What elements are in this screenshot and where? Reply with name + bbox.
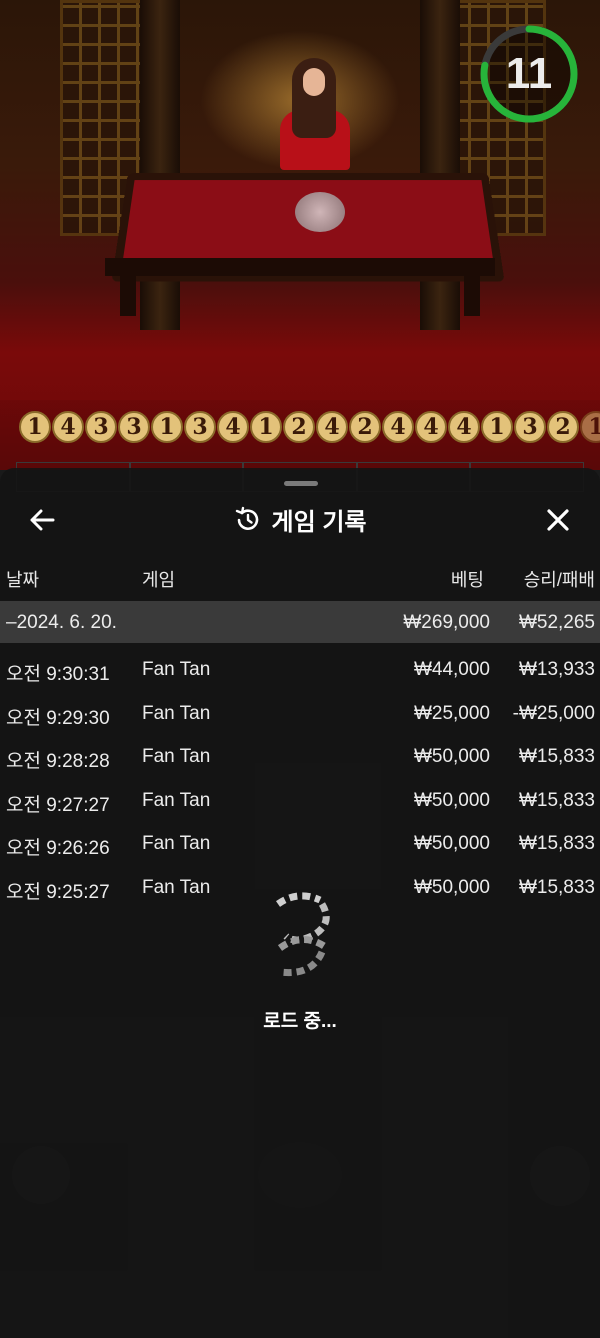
date-group-bet: ₩269,000 — [403, 612, 490, 633]
row-win-loss: ₩15,833 — [518, 877, 595, 898]
dealer-face — [303, 68, 325, 96]
history-bead: 4 — [316, 411, 348, 443]
history-row[interactable]: 오전 9:26:26 Fan Tan ₩50,000 ₩15,833 — [0, 822, 600, 864]
column-game: 게임 — [142, 570, 176, 590]
round-timer: 11 — [479, 24, 579, 124]
history-clock-icon — [235, 506, 258, 530]
timer-value: 11 — [505, 49, 553, 98]
history-bead: 1 — [580, 411, 600, 443]
history-bead: 4 — [415, 411, 447, 443]
history-row[interactable]: 오전 9:27:27 Fan Tan ₩50,000 ₩15,833 — [0, 779, 600, 821]
history-column-headers: 날짜 게임 베팅 승리/패배 — [0, 566, 600, 592]
row-win-loss: ₩15,833 — [518, 789, 595, 811]
history-bead: 3 — [184, 411, 216, 443]
result-history-beads: 143313412424441321 — [19, 411, 600, 443]
column-bet: 베팅 — [450, 570, 484, 590]
row-bet: ₩50,000 — [413, 877, 490, 898]
history-bead: 4 — [382, 411, 414, 443]
row-game: Fan Tan — [142, 746, 211, 768]
row-time: 오전 9:29:30 — [6, 707, 110, 729]
row-bet: ₩50,000 — [413, 789, 490, 811]
row-game: Fan Tan — [142, 702, 211, 724]
sheet-title: 게임 기록 — [271, 509, 367, 536]
row-time: 오전 9:25:27 — [6, 882, 110, 903]
row-game: Fan Tan — [142, 659, 211, 680]
game-history-sheet: 게임 기록 날짜 게임 베팅 승리/패배 –2024. 6. 20. ₩269,… — [0, 468, 600, 1338]
history-row[interactable]: 오전 9:30:31 Fan Tan ₩44,000 ₩13,933 — [0, 648, 600, 690]
row-bet: ₩50,000 — [413, 746, 490, 768]
history-bead: 3 — [85, 411, 117, 443]
close-icon — [547, 509, 569, 531]
row-bet: ₩50,000 — [413, 833, 490, 855]
row-game: Fan Tan — [142, 833, 211, 855]
history-bead: 1 — [151, 411, 183, 443]
row-time: 오전 9:30:31 — [6, 664, 110, 685]
history-bead: 2 — [283, 411, 315, 443]
history-bead: 1 — [481, 411, 513, 443]
sheet-header: 게임 기록 — [0, 502, 600, 537]
history-bead: 2 — [547, 411, 579, 443]
close-button[interactable] — [538, 500, 578, 540]
table-edge — [105, 258, 495, 276]
column-win-loss: 승리/패배 — [523, 570, 595, 590]
row-bet: ₩25,000 — [413, 702, 490, 724]
row-win-loss: ₩15,833 — [518, 746, 595, 768]
history-row[interactable]: 오전 9:29:30 Fan Tan ₩25,000 -₩25,000 — [0, 692, 600, 734]
date-group-label: –2024. 6. 20. — [6, 612, 117, 633]
history-bead: 1 — [19, 411, 51, 443]
row-bet: ₩44,000 — [413, 659, 490, 680]
history-bead: 3 — [118, 411, 150, 443]
loading-spinner-icon — [275, 892, 330, 977]
table-leg — [464, 276, 480, 316]
history-bead: 2 — [349, 411, 381, 443]
row-win-loss: ₩13,933 — [518, 659, 595, 680]
date-group-row[interactable]: –2024. 6. 20. ₩269,000 ₩52,265 — [0, 601, 600, 643]
loading-text: 로드 중... — [263, 1011, 337, 1032]
history-row[interactable]: 오전 9:28:28 Fan Tan ₩50,000 ₩15,833 — [0, 735, 600, 777]
row-time: 오전 9:27:27 — [6, 794, 110, 816]
row-win-loss: ₩15,833 — [518, 833, 595, 855]
history-bead: 1 — [250, 411, 282, 443]
history-bead: 4 — [448, 411, 480, 443]
history-bead: 3 — [514, 411, 546, 443]
row-win-loss: -₩25,000 — [512, 702, 595, 724]
row-game: Fan Tan — [142, 877, 211, 898]
bead-plate — [295, 192, 345, 232]
history-bead: 4 — [217, 411, 249, 443]
table-leg — [120, 276, 136, 316]
column-date: 날짜 — [6, 570, 40, 590]
history-bead: 4 — [52, 411, 84, 443]
row-time: 오전 9:26:26 — [6, 838, 110, 860]
row-game: Fan Tan — [142, 789, 211, 811]
drag-handle[interactable] — [284, 481, 318, 486]
live-video-stream: 11 — [0, 0, 600, 470]
row-time: 오전 9:28:28 — [6, 751, 110, 773]
date-group-win-loss: ₩52,265 — [518, 612, 595, 633]
